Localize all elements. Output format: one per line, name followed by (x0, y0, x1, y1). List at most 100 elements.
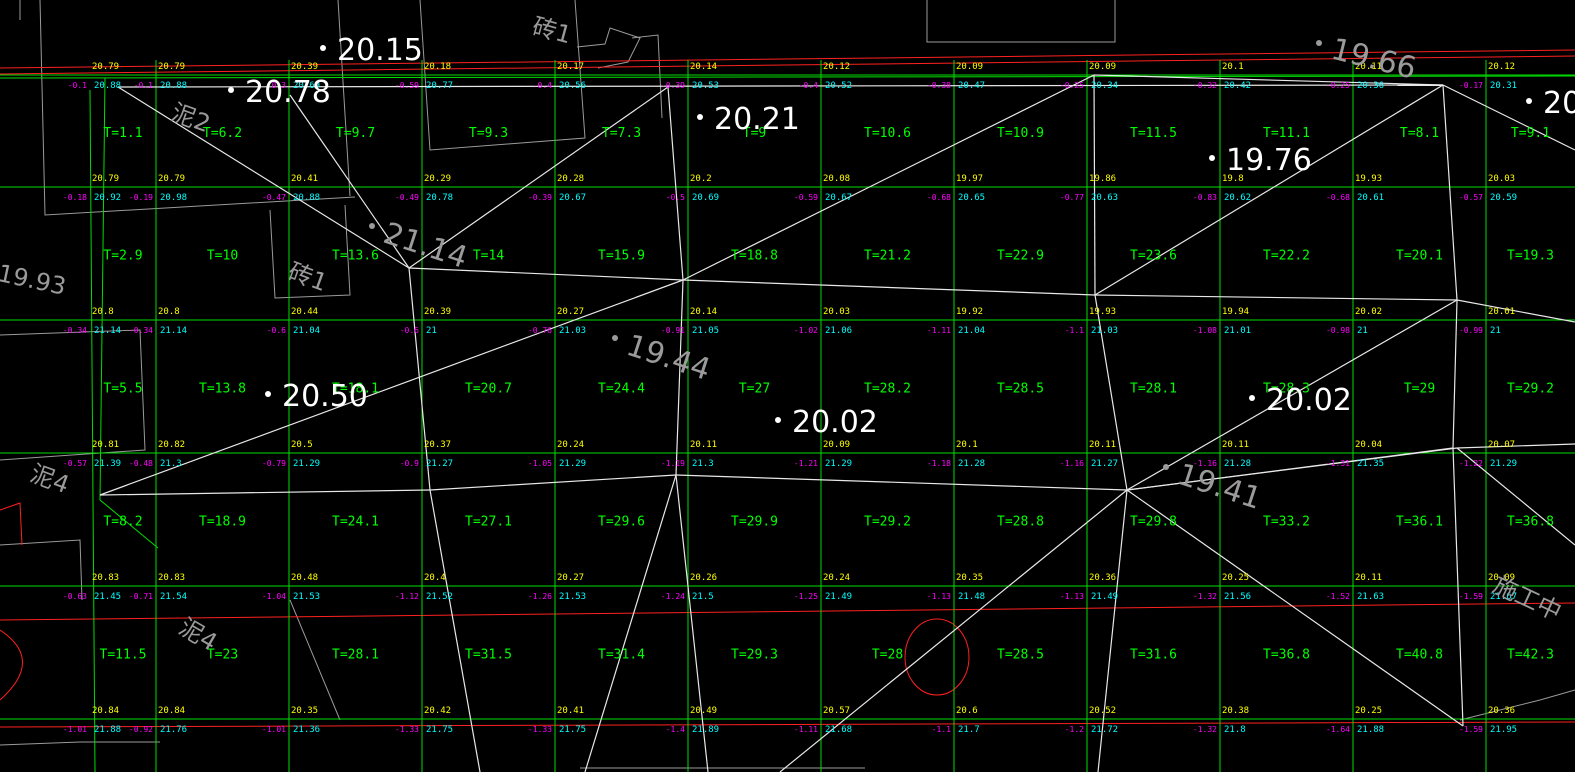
cad-drawing-canvas[interactable]: T=1.1 T=6.2 T=9.7 T=9.3 T=7.3 T=9 T=10.6 T=10.9… (0, 0, 1575, 772)
cut-fill-label: -0.6 (400, 326, 419, 335)
existing-level-label: 20.52 (1089, 706, 1116, 716)
cell-volume-label: T=31.4 (598, 648, 645, 663)
survey-elevation-label: 19.76 (1226, 143, 1312, 178)
cut-fill-label: -0.98 (1326, 326, 1350, 335)
survey-elevation-label: 20.21 (714, 102, 800, 137)
existing-level-label: 20.5 (291, 440, 313, 450)
cut-fill-label: -0.48 (129, 459, 153, 468)
existing-level-label: 19.86 (1089, 174, 1116, 184)
cell-volume-label: T=28.1 (332, 648, 379, 663)
survey-point-marker (228, 87, 234, 93)
existing-level-label: 20.17 (557, 62, 584, 72)
cut-fill-label: -1.08 (1193, 326, 1217, 335)
cut-fill-label: -0.19 (129, 193, 153, 202)
design-level-label: 21.7 (958, 725, 980, 735)
design-level-label: 21.48 (958, 592, 985, 602)
cell-volume-label: T=28.5 (997, 382, 1044, 397)
cell-volume-label: T=29.2 (864, 515, 911, 530)
cell-volume-label: T=22.2 (1263, 249, 1310, 264)
existing-level-label: 20.2 (690, 174, 712, 184)
existing-level-label: 20.1 (956, 440, 978, 450)
design-level-label: 21.53 (293, 592, 320, 602)
existing-level-label: 19.94 (1222, 307, 1249, 317)
cut-fill-label: -1.32 (1193, 592, 1217, 601)
cut-fill-label: -0.1 (68, 81, 87, 90)
existing-level-label: 20.41 (291, 174, 318, 184)
existing-level-label: 20.42 (424, 706, 451, 716)
cut-fill-label: -0.57 (63, 459, 87, 468)
cut-fill-label: -0.5 (666, 193, 685, 202)
cell-volume-label: T=29.6 (598, 515, 645, 530)
cut-fill-label: -0.25 (1326, 81, 1350, 90)
design-level-label: 21 (1357, 326, 1368, 336)
cut-fill-label: -0.49 (395, 193, 419, 202)
survey-elevation-label: 20.02 (1266, 383, 1352, 418)
existing-level-label: 20.24 (823, 573, 850, 583)
cut-fill-label: -1.02 (794, 326, 818, 335)
existing-level-label: 20.38 (1222, 706, 1249, 716)
design-level-label: 21.68 (825, 725, 852, 735)
existing-level-label: 19.97 (956, 174, 983, 184)
cell-volume-label: T=21.2 (864, 249, 911, 264)
design-level-label: 21.01 (1224, 326, 1251, 336)
existing-level-label: 19.92 (956, 307, 983, 317)
cut-fill-label: -0.76 (528, 326, 552, 335)
existing-level-label: 20.39 (424, 307, 451, 317)
survey-point-marker (775, 417, 781, 423)
cut-fill-label: -0.25 (1060, 81, 1084, 90)
existing-level-label: 20.79 (158, 62, 185, 72)
design-level-label: 20.52 (825, 81, 852, 91)
cell-volume-label: T=42.3 (1507, 648, 1554, 663)
cell-volume-label: T=27 (739, 382, 770, 397)
cut-fill-label: -0.77 (1060, 193, 1084, 202)
cell-volume-label: T=23.6 (1130, 249, 1177, 264)
cut-fill-label: -1.24 (661, 592, 685, 601)
cell-volume-label: T=29 (1404, 382, 1435, 397)
cell-volume-label: T=5.5 (103, 382, 142, 397)
cut-fill-label: -1.33 (528, 725, 552, 734)
existing-level-label: 20.09 (823, 440, 850, 450)
design-level-label: 21.05 (692, 326, 719, 336)
design-level-label: 20.61 (1357, 193, 1384, 203)
cell-volume-label: T=20.1 (1396, 249, 1443, 264)
design-level-label: 21.95 (1490, 725, 1517, 735)
existing-level-label: 20.12 (1488, 62, 1515, 72)
cell-volume-label: T=24.4 (598, 382, 645, 397)
cell-volume-label: T=11.5 (1130, 126, 1177, 141)
cut-fill-label: -0.92 (129, 725, 153, 734)
design-level-label: 21.03 (559, 326, 586, 336)
existing-level-label: 20.25 (1222, 573, 1249, 583)
design-level-label: 21.8 (1224, 725, 1246, 735)
survey-elevation-label: 20.02 (792, 405, 878, 440)
design-level-label: 20.92 (94, 193, 121, 203)
design-level-label: 21.29 (293, 459, 320, 469)
cut-fill-label: -1.59 (1459, 592, 1483, 601)
design-level-label: 20.34 (1091, 81, 1118, 91)
cell-volume-label: T=14 (473, 249, 504, 264)
cut-fill-label: -0.68 (1326, 193, 1350, 202)
cut-fill-label: -0.99 (1459, 326, 1483, 335)
design-level-label: 21.75 (559, 725, 586, 735)
existing-level-label: 20.84 (158, 706, 185, 716)
cut-fill-label: -0.91 (661, 326, 685, 335)
existing-level-label: 20.84 (92, 706, 119, 716)
design-level-label: 21.28 (958, 459, 985, 469)
existing-level-label: 20.09 (956, 62, 983, 72)
existing-level-label: 20.11 (1222, 440, 1249, 450)
cut-fill-label: -1.25 (794, 592, 818, 601)
cell-volume-label: T=7.3 (602, 126, 641, 141)
cell-volume-label: T=18.8 (731, 249, 778, 264)
design-level-label: 21.27 (1091, 459, 1118, 469)
existing-level-label: 20.04 (1355, 440, 1382, 450)
cell-volume-label: T=22.9 (997, 249, 1044, 264)
existing-level-label: 20.48 (291, 573, 318, 583)
existing-level-label: 20.03 (1488, 174, 1515, 184)
design-level-label: 20.31 (1490, 81, 1517, 91)
design-level-label: 20.88 (293, 193, 320, 203)
existing-level-label: 20.12 (823, 62, 850, 72)
design-level-label: 21.89 (692, 725, 719, 735)
cell-volume-label: T=40.8 (1396, 648, 1443, 663)
cell-volume-label: T=8.1 (1400, 126, 1439, 141)
cut-fill-label: -1.19 (661, 459, 685, 468)
survey-point-marker (697, 114, 703, 120)
